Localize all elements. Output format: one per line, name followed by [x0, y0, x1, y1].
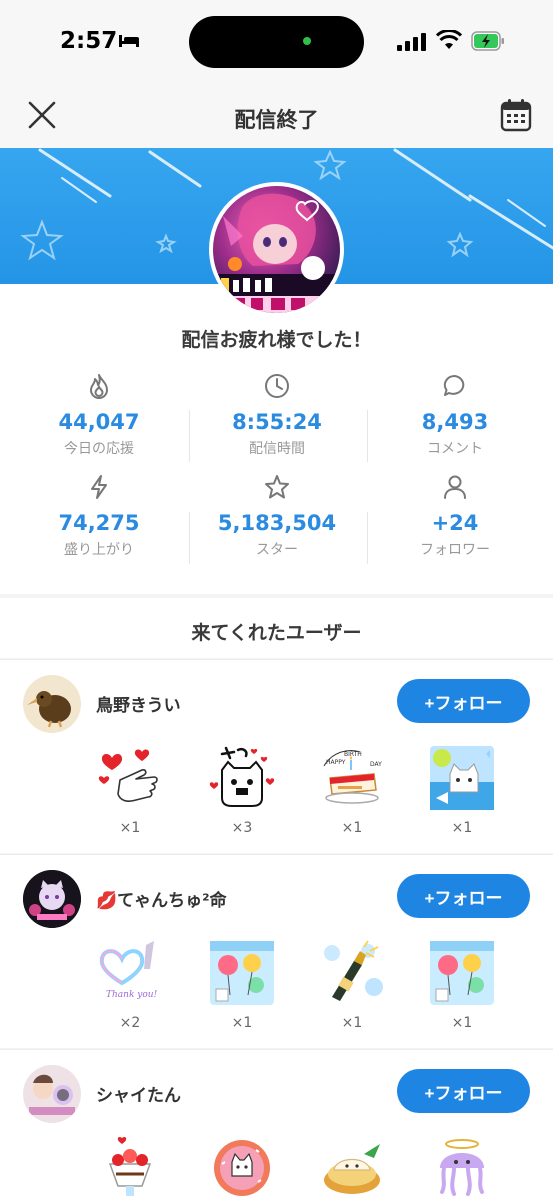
gift-item: ×3 — [202, 744, 282, 836]
gift-item: ×1 — [312, 939, 392, 1031]
gift-count: ×1 — [341, 820, 363, 836]
gift-count: ×1 — [341, 1015, 363, 1031]
visitors-section-header: 来てくれたユーザー — [0, 598, 553, 658]
gift-item — [422, 1134, 502, 1200]
user-name[interactable]: シャイたん — [96, 1081, 181, 1106]
wifi-icon — [436, 30, 462, 49]
stat-cheers: 44,047 今日の応援 — [7, 372, 191, 458]
user-avatar[interactable] — [23, 1065, 81, 1123]
stat-comments: 8,493 コメント — [363, 372, 547, 458]
gift-item: ×1 — [202, 939, 282, 1031]
stat-value: +24 — [431, 511, 479, 535]
status-bar: 2:57 — [0, 0, 553, 84]
jellyfish-sticker — [440, 1139, 484, 1196]
section-title: 来てくれたユーザー — [191, 622, 362, 644]
balloon-sticker — [430, 941, 494, 1005]
status-time: 2:57 — [60, 28, 118, 54]
svg-text:Thank you!: Thank you! — [106, 990, 158, 1000]
sleep-bed-icon — [119, 35, 139, 47]
flame-icon — [90, 374, 108, 399]
donut-cat-sticker — [214, 1140, 270, 1196]
gift-item — [90, 1134, 170, 1200]
thanks-message: 配信お疲れ様でした！ — [181, 329, 372, 351]
kiwi-bird-icon — [27, 691, 71, 728]
clock-icon — [265, 374, 289, 398]
parfait-sticker — [108, 1136, 152, 1196]
svg-text:BIRTH: BIRTH — [344, 751, 362, 758]
cat-sugoi-sticker — [209, 746, 275, 807]
user-name[interactable]: 💋てゃんちゅ²命 — [96, 886, 227, 911]
stat-stars: 5,183,504 スター — [185, 473, 369, 559]
balloon-sticker — [210, 941, 274, 1005]
cellular-signal-icon — [397, 33, 426, 51]
stat-label: 配信時間 — [249, 441, 305, 457]
nav-bar: 配信終了 — [0, 84, 553, 148]
gift-count: ×1 — [451, 1015, 473, 1031]
stat-value: 74,275 — [58, 511, 140, 535]
gift-item: ×1 — [90, 744, 170, 836]
avatar-art — [23, 1065, 81, 1123]
gift-item — [312, 1134, 392, 1200]
follow-button[interactable]: +フォロー — [397, 679, 530, 723]
page-title: 配信終了 — [234, 108, 319, 132]
stat-duration: 8:55:24 配信時間 — [185, 372, 369, 458]
visitor-row: シャイたん +フォロー — [0, 1049, 553, 1200]
stat-value: 8,493 — [421, 410, 489, 434]
follow-button[interactable]: +フォロー — [397, 1069, 530, 1113]
stat-label: コメント — [427, 441, 483, 457]
svg-text:HAPPY: HAPPY — [326, 759, 346, 766]
gift-count: ×3 — [231, 820, 253, 836]
svg-text:DAY: DAY — [370, 761, 382, 768]
gift-count: ×1 — [119, 820, 141, 836]
star-icon — [265, 475, 289, 499]
stat-value: 8:55:24 — [232, 410, 322, 434]
heart-hand-sticker — [98, 749, 158, 802]
calendar-icon[interactable] — [500, 98, 532, 132]
cat-fish-sticker — [430, 746, 494, 810]
gift-item — [202, 1134, 282, 1200]
avatar-art — [23, 870, 81, 928]
stat-value: 44,047 — [58, 410, 140, 434]
user-avatar[interactable] — [23, 675, 81, 733]
visitor-row: 鳥野きうい +フォロー ×1 ×3 HAPPY BIRTH DAY ×1 ×1 — [0, 659, 553, 853]
lightning-icon — [91, 475, 107, 499]
streamer-avatar — [209, 182, 344, 317]
gift-count: ×2 — [119, 1015, 141, 1031]
screen: 2:57 配信終了 配信お疲れ様でした！ 44,047 今日の応援 8:55:2… — [0, 0, 553, 1200]
stat-label: 盛り上がり — [64, 542, 134, 558]
gift-item: Thank you! ×2 — [90, 939, 170, 1031]
gift-item: HAPPY BIRTH DAY ×1 — [312, 744, 392, 836]
stat-label: 今日の応援 — [64, 441, 134, 457]
stat-value: 5,183,504 — [217, 511, 337, 535]
divider — [189, 410, 190, 462]
battery-charging-icon — [471, 31, 504, 51]
dynamic-island — [189, 16, 364, 68]
streamer-avatar-art — [217, 193, 337, 313]
heart-thankyou-sticker: Thank you! — [99, 941, 158, 1000]
birthday-cake-sticker: HAPPYBIRTH DAY — [323, 750, 382, 804]
divider — [189, 512, 190, 564]
stat-followers: +24 フォロワー — [363, 473, 547, 559]
camera-indicator — [303, 37, 311, 45]
divider — [367, 410, 368, 462]
gift-item: ×1 — [422, 939, 502, 1031]
user-avatar[interactable] — [23, 870, 81, 928]
visitor-row: 💋てゃんちゅ²命 +フォロー Thank you! ×2 ×1 ×1 ×1 — [0, 854, 553, 1048]
gift-count: ×1 — [451, 820, 473, 836]
person-icon — [444, 475, 466, 499]
gift-item: ×1 — [422, 744, 502, 836]
divider — [367, 512, 368, 564]
stat-excitement: 74,275 盛り上がり — [7, 473, 191, 559]
follow-button[interactable]: +フォロー — [397, 874, 530, 918]
summary-card: 配信お疲れ様でした！ 44,047 今日の応援 8:55:24 配信時間 8,4… — [0, 284, 553, 594]
champagne-sticker — [324, 940, 383, 1001]
stat-label: スター — [256, 542, 298, 558]
dumpling-sticker — [324, 1144, 380, 1194]
comment-icon — [443, 374, 465, 396]
stat-label: フォロワー — [420, 542, 490, 558]
gift-count: ×1 — [231, 1015, 253, 1031]
user-name[interactable]: 鳥野きうい — [96, 691, 181, 716]
